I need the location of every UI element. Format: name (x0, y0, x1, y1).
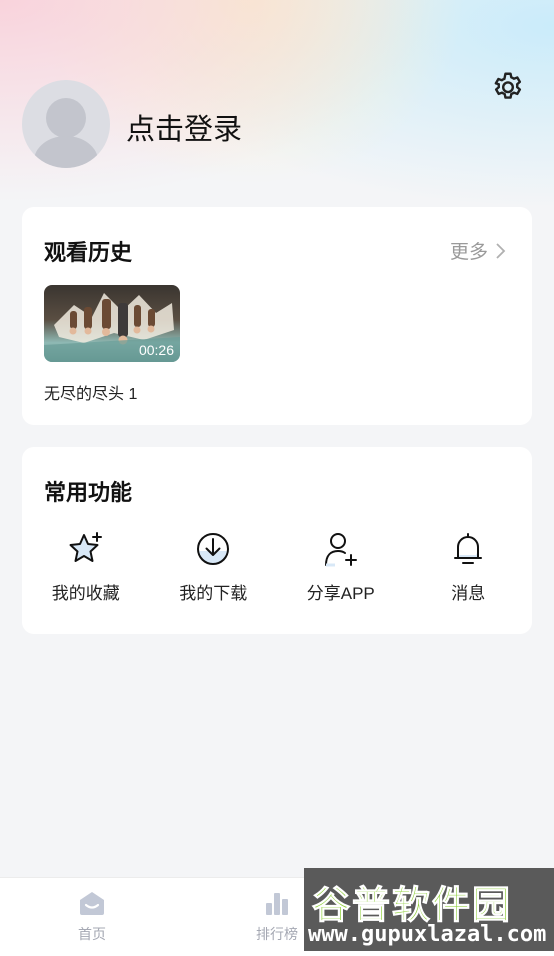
gear-icon[interactable] (490, 70, 526, 106)
watch-history-title: 观看历史 (44, 240, 133, 265)
profile-header: 点击登录 (0, 0, 554, 200)
star-plus-icon (69, 532, 102, 562)
avatar-body (34, 136, 98, 168)
watch-history-card: 观看历史 更多 00:26 无尽的尽头 1 (22, 207, 532, 425)
common-functions-title: 常用功能 (44, 480, 133, 505)
favorites-button[interactable]: 我的收藏 (22, 529, 150, 604)
functions-row: 我的收藏 我的下载 分享APP 消息 (22, 529, 532, 604)
downloads-button[interactable]: 我的下载 (150, 529, 278, 604)
bar-chart-icon (266, 893, 288, 915)
messages-label: 消息 (451, 584, 486, 603)
tab-ranking-label: 排行榜 (256, 926, 298, 942)
watermark-logo: 谷普软件园 www.gupuxlazal.com (304, 868, 554, 951)
avatar[interactable] (22, 80, 110, 168)
bell-icon (454, 533, 483, 564)
watermark-title: 谷普软件园 (311, 885, 513, 928)
chevron-right-icon (496, 242, 506, 259)
login-button[interactable]: 点击登录 (126, 106, 242, 148)
add-user-icon (324, 533, 357, 567)
common-functions-card: 常用功能 我的收藏 我的下载 分享APP 消息 (22, 447, 532, 634)
share-app-button[interactable]: 分享APP (277, 529, 405, 604)
share-app-label: 分享APP (306, 584, 375, 603)
avatar-head (46, 98, 86, 138)
video-title[interactable]: 无尽的尽头 1 (44, 380, 137, 404)
messages-button[interactable]: 消息 (405, 529, 533, 604)
home-icon (80, 892, 104, 915)
favorites-label: 我的收藏 (51, 584, 120, 603)
video-duration: 00:26 (138, 342, 174, 358)
download-icon (197, 533, 230, 565)
watermark-url: www.gupuxlazal.com (308, 922, 547, 947)
more-label: 更多 (449, 242, 488, 263)
tab-home-label: 首页 (78, 926, 106, 942)
tab-home[interactable]: 首页 (52, 878, 132, 956)
more-link[interactable]: 更多 (450, 237, 506, 264)
video-thumbnail[interactable]: 00:26 (44, 285, 180, 362)
downloads-label: 我的下载 (179, 584, 248, 603)
